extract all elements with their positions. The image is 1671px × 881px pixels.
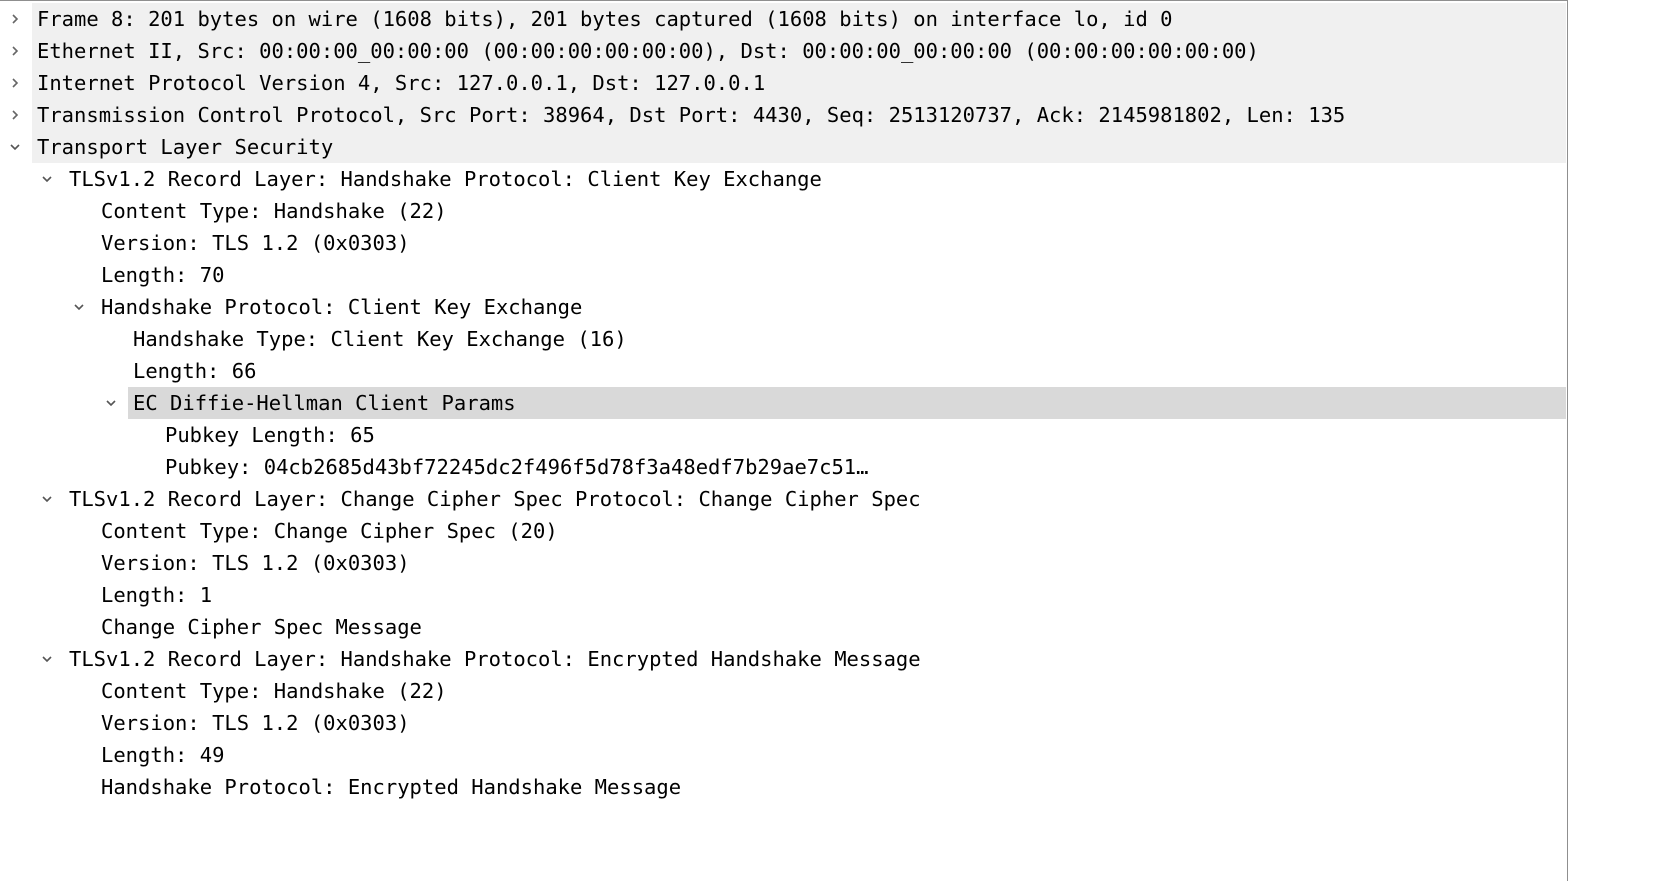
tree-row-label: TLSv1.2 Record Layer: Handshake Protocol… xyxy=(69,167,822,191)
tree-row[interactable]: Ethernet II, Src: 00:00:00_00:00:00 (00:… xyxy=(0,35,1566,67)
tree-row[interactable]: Transport Layer Security xyxy=(0,131,1566,163)
tree-row-label: Pubkey Length: 65 xyxy=(165,423,375,447)
tree-row-label: Pubkey: 04cb2685d43bf72245dc2f496f5d78f3… xyxy=(165,455,869,479)
tree-row[interactable]: TLSv1.2 Record Layer: Handshake Protocol… xyxy=(0,643,1566,675)
tree-row[interactable]: Length: 70 xyxy=(0,259,1566,291)
chevron-down-icon[interactable] xyxy=(5,131,25,163)
chevron-down-icon[interactable] xyxy=(101,387,121,419)
tree-row-label: Frame 8: 201 bytes on wire (1608 bits), … xyxy=(37,7,1173,31)
tree-row[interactable]: Frame 8: 201 bytes on wire (1608 bits), … xyxy=(0,3,1566,35)
tree-row-label: Handshake Protocol: Encrypted Handshake … xyxy=(101,775,682,799)
tree-row-label: Internet Protocol Version 4, Src: 127.0.… xyxy=(37,71,766,95)
tree-row[interactable]: Handshake Protocol: Client Key Exchange xyxy=(0,291,1566,323)
tree-row-label: Content Type: Handshake (22) xyxy=(101,199,447,223)
tree-row-label: Length: 1 xyxy=(101,583,213,607)
tree-row[interactable]: TLSv1.2 Record Layer: Change Cipher Spec… xyxy=(0,483,1566,515)
tree-row[interactable]: Change Cipher Spec Message xyxy=(0,611,1566,643)
tree-row-label: Content Type: Handshake (22) xyxy=(101,679,447,703)
tree-row-selected[interactable]: EC Diffie-Hellman Client Params xyxy=(0,387,1566,419)
tree-row[interactable]: Version: TLS 1.2 (0x0303) xyxy=(0,547,1566,579)
packet-details-tree: Frame 8: 201 bytes on wire (1608 bits), … xyxy=(0,3,1566,803)
packet-details-pane: Frame 8: 201 bytes on wire (1608 bits), … xyxy=(0,0,1568,881)
tree-row-label: Change Cipher Spec Message xyxy=(101,615,422,639)
tree-row[interactable]: Internet Protocol Version 4, Src: 127.0.… xyxy=(0,67,1566,99)
tree-row[interactable]: Length: 49 xyxy=(0,739,1566,771)
tree-row[interactable]: Content Type: Change Cipher Spec (20) xyxy=(0,515,1566,547)
chevron-right-icon[interactable] xyxy=(5,99,25,131)
tree-row[interactable]: Version: TLS 1.2 (0x0303) xyxy=(0,707,1566,739)
tree-row-label: Handshake Protocol: Client Key Exchange xyxy=(101,295,583,319)
tree-row-label: Transport Layer Security xyxy=(37,135,334,159)
tree-row-label: Length: 70 xyxy=(101,263,225,287)
tree-row[interactable]: Length: 1 xyxy=(0,579,1566,611)
tree-row-label: TLSv1.2 Record Layer: Change Cipher Spec… xyxy=(69,487,921,511)
tree-row-label: Version: TLS 1.2 (0x0303) xyxy=(101,711,410,735)
tree-row-label: Version: TLS 1.2 (0x0303) xyxy=(101,231,410,255)
tree-row[interactable]: Content Type: Handshake (22) xyxy=(0,195,1566,227)
tree-row-label: Content Type: Change Cipher Spec (20) xyxy=(101,519,558,543)
chevron-down-icon[interactable] xyxy=(37,163,57,195)
tree-row-label: EC Diffie-Hellman Client Params xyxy=(133,391,516,415)
tree-row-label: Handshake Type: Client Key Exchange (16) xyxy=(133,327,627,351)
chevron-down-icon[interactable] xyxy=(69,291,89,323)
tree-row[interactable]: Version: TLS 1.2 (0x0303) xyxy=(0,227,1566,259)
tree-row-label: Length: 49 xyxy=(101,743,225,767)
tree-row[interactable]: Handshake Type: Client Key Exchange (16) xyxy=(0,323,1566,355)
chevron-right-icon[interactable] xyxy=(5,35,25,67)
tree-row[interactable]: Pubkey: 04cb2685d43bf72245dc2f496f5d78f3… xyxy=(0,451,1566,483)
tree-row-label: TLSv1.2 Record Layer: Handshake Protocol… xyxy=(69,647,921,671)
tree-row-label: Ethernet II, Src: 00:00:00_00:00:00 (00:… xyxy=(37,39,1259,63)
chevron-down-icon[interactable] xyxy=(37,643,57,675)
tree-row[interactable]: Pubkey Length: 65 xyxy=(0,419,1566,451)
tree-row[interactable]: Length: 66 xyxy=(0,355,1566,387)
tree-row[interactable]: Transmission Control Protocol, Src Port:… xyxy=(0,99,1566,131)
tree-row-label: Version: TLS 1.2 (0x0303) xyxy=(101,551,410,575)
chevron-down-icon[interactable] xyxy=(37,483,57,515)
tree-row[interactable]: TLSv1.2 Record Layer: Handshake Protocol… xyxy=(0,163,1566,195)
tree-row[interactable]: Content Type: Handshake (22) xyxy=(0,675,1566,707)
tree-row[interactable]: Handshake Protocol: Encrypted Handshake … xyxy=(0,771,1566,803)
tree-row-label: Transmission Control Protocol, Src Port:… xyxy=(37,103,1346,127)
chevron-right-icon[interactable] xyxy=(5,67,25,99)
tree-row-label: Length: 66 xyxy=(133,359,257,383)
chevron-right-icon[interactable] xyxy=(5,3,25,35)
